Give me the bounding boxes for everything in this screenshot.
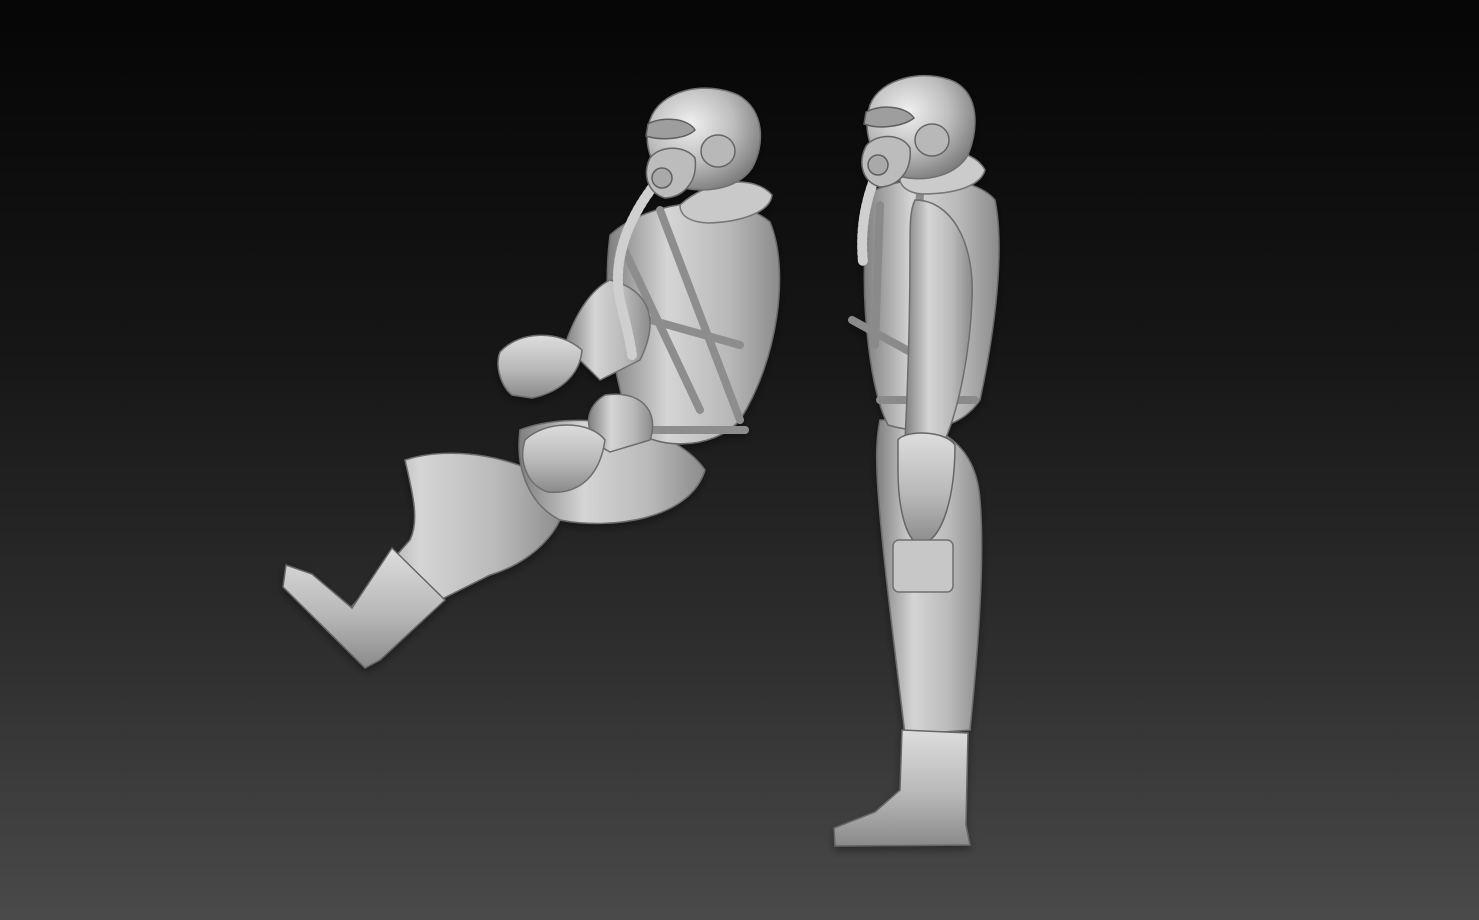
render-canvas — [282, 75, 1000, 847]
seated-forward-glove — [497, 334, 583, 399]
standing-ear-cup — [914, 123, 950, 157]
seated-pilot-figure — [282, 87, 781, 669]
standing-leg-pocket — [892, 539, 954, 593]
seated-ear-cup — [700, 134, 736, 168]
standing-boot — [833, 729, 971, 847]
sculpt-viewport — [0, 0, 1479, 920]
seated-mask-valve — [651, 167, 673, 189]
standing-mask-valve — [867, 154, 889, 176]
standing-pilot-figure — [833, 75, 1000, 847]
